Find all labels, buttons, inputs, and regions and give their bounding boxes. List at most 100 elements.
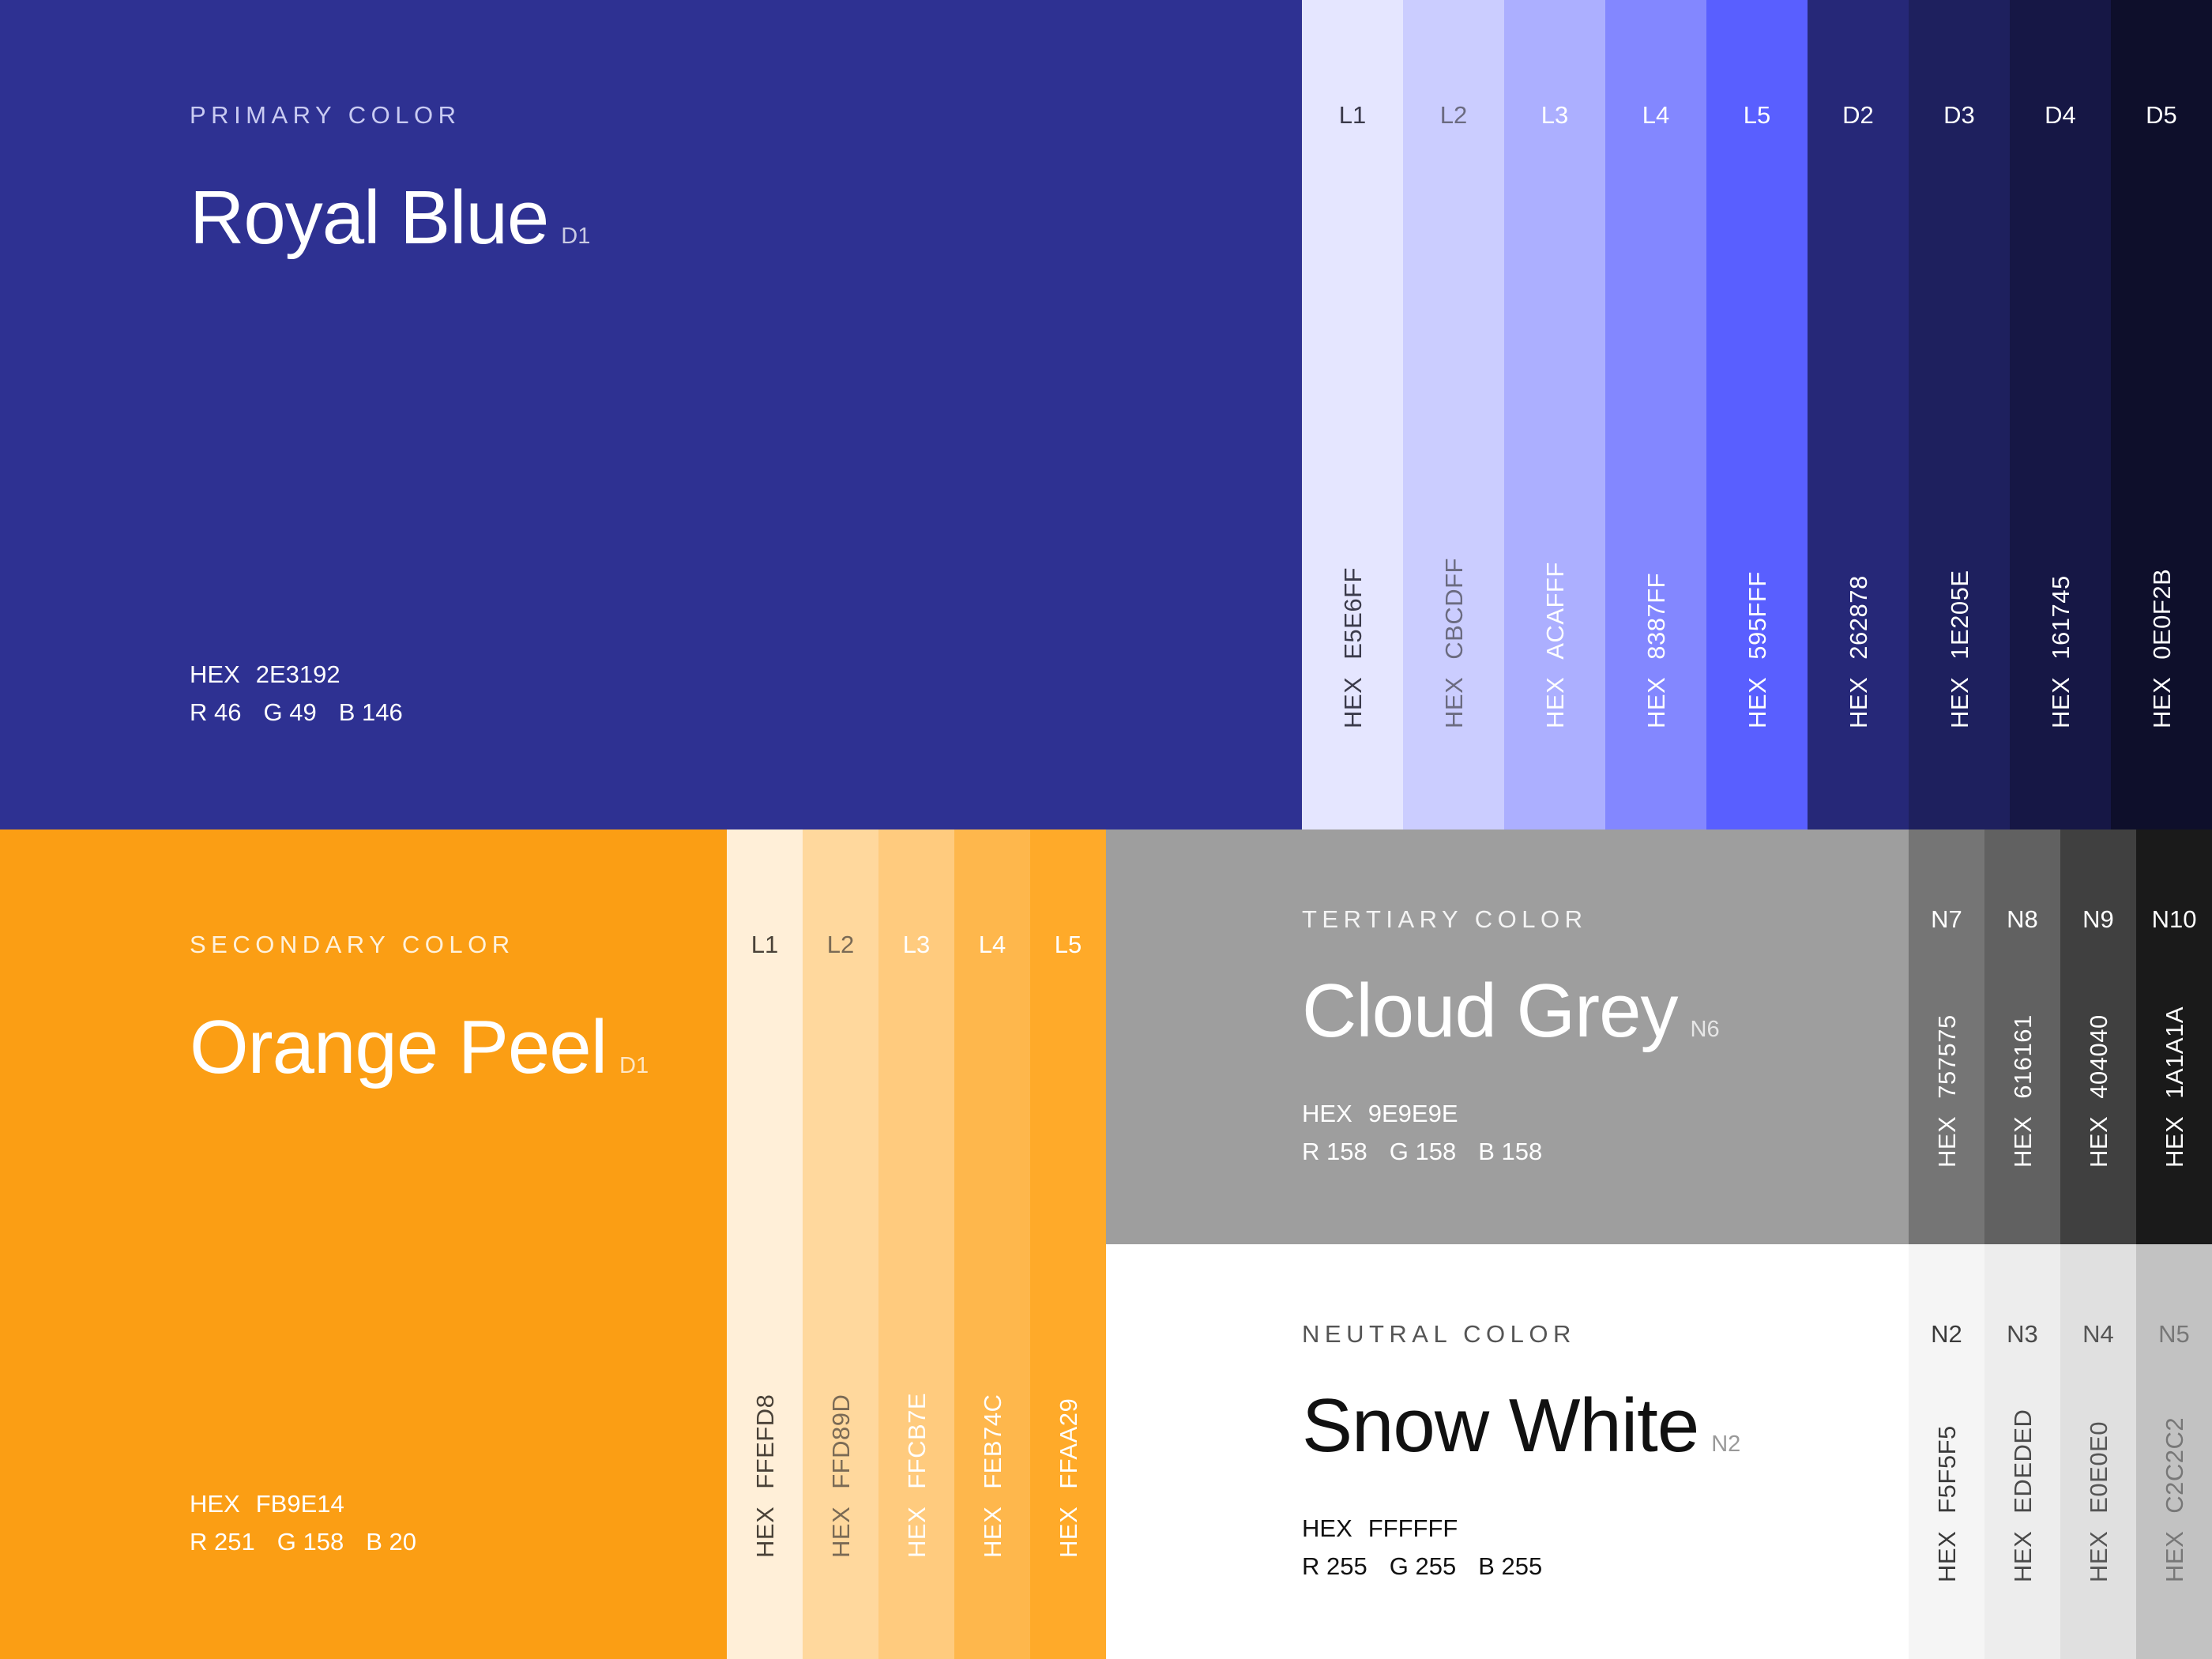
shade-hex-label: HEX [827,1506,855,1558]
shade-hex: HEX 404040 [2085,1014,2113,1168]
shade-hex-value: 757575 [1933,1014,1961,1099]
shade-hex-label: HEX [1541,676,1569,728]
primary-name-text: Royal Blue [190,175,549,260]
primary-color-panel: PRIMARY COLOR Royal Blue D1 HEX 2E3192 R 4… [0,0,1302,830]
shade-hex-label: HEX [1845,676,1872,728]
primary-shade-d2: D2 HEX 262878 [1808,0,1909,830]
neutral-eyebrow: NEUTRAL COLOR [1302,1320,1576,1348]
shade-hex: HEX 595FFF [1744,571,1772,728]
shade-hex: HEX 1E205E [1946,570,1974,728]
secondary-r: R 251 [190,1528,255,1556]
shade-label: N8 [2007,905,2038,933]
primary-shade-d3: D3 HEX 1E205E [1909,0,2010,830]
shade-hex-label: HEX [1440,676,1468,728]
shade-label: N5 [2158,1320,2190,1348]
neutral-shade-n5: N5 HEX C2C2C2 [2136,1244,2212,1659]
primary-shade-strip: L1 HEX E5E6FF L2 HEX CBCDFF L3 HEX ACAFFF L4 HEX 83… [1302,0,2212,830]
shade-hex-label: HEX [2009,1530,2037,1582]
shade-hex-label: HEX [979,1506,1006,1558]
neutral-r: R 255 [1302,1552,1367,1580]
primary-b: B 146 [338,698,403,726]
secondary-shade-l5: L5 HEX FFAA29 [1030,830,1106,1659]
shade-hex: HEX 616161 [2009,1014,2037,1168]
secondary-info: HEX FB9E14 R 251 G 158 B 20 [190,1485,416,1561]
shade-hex-value: E5E6FF [1339,567,1367,660]
primary-color-name: Royal Blue D1 [190,180,590,256]
shade-hex-value: 8387FF [1642,572,1670,660]
tertiary-shade-n7: N7 HEX 757575 [1909,830,1984,1244]
shade-hex-label: HEX [1339,676,1367,728]
shade-hex: HEX FFAA29 [1055,1398,1083,1558]
tertiary-shade-n8: N8 HEX 616161 [1984,830,2060,1244]
secondary-color-panel: SECONDARY COLOR Orange Peel D1 HEX FB9E14 … [0,830,727,1659]
shade-hex-label: HEX [2085,1115,2112,1168]
tertiary-tag: N6 [1690,1017,1720,1042]
secondary-eyebrow: SECONDARY COLOR [190,931,515,958]
neutral-hex: FFFFFF [1367,1514,1458,1542]
shade-hex-value: EDEDED [2009,1409,2037,1514]
secondary-color-name: Orange Peel D1 [190,1010,649,1085]
shade-hex-value: 0E0F2B [2148,568,2176,660]
tertiary-r: R 158 [1302,1138,1367,1165]
shade-hex: HEX E0E0E0 [2085,1421,2113,1582]
neutral-color-name: Snow White N2 [1302,1388,1740,1464]
primary-shade-l2: L2 HEX CBCDFF [1403,0,1504,830]
shade-hex-value: 1A1A1A [2161,1006,2188,1099]
neutral-info: HEX FFFFFF R 255 G 255 B 255 [1302,1510,1542,1586]
shade-hex: HEX C2C2C2 [2161,1417,2189,1582]
shade-label: N10 [2151,905,2197,933]
tertiary-shade-n10: N10 HEX 1A1A1A [2136,830,2212,1244]
shade-label: D3 [1943,101,1975,129]
shade-hex: HEX FEB74C [979,1394,1007,1558]
shade-hex-label: HEX [2085,1530,2112,1582]
tertiary-hex: 9E9E9E [1367,1100,1458,1127]
primary-shade-l5: L5 HEX 595FFF [1706,0,1808,830]
shade-hex-value: 404040 [2085,1014,2112,1099]
primary-hex-label: HEX [190,660,240,688]
shade-label: L2 [1439,101,1468,129]
shade-label: L1 [750,931,779,958]
shade-hex-value: C2C2C2 [2161,1416,2188,1514]
shade-hex-value: FFCB7E [903,1392,931,1489]
secondary-b: B 20 [366,1528,416,1556]
shade-label: D5 [2146,101,2177,129]
shade-hex: HEX CBCDFF [1440,558,1469,728]
shade-hex-label: HEX [1642,676,1670,728]
secondary-shade-l1: L1 HEX FFEFD8 [727,830,803,1659]
shade-label: L3 [1540,101,1569,129]
shade-hex: HEX E5E6FF [1339,567,1367,728]
primary-shade-d4: D4 HEX 161745 [2010,0,2111,830]
shade-hex-label: HEX [2161,1115,2188,1168]
shade-label: N7 [1931,905,1962,933]
secondary-name-text: Orange Peel [190,1005,608,1089]
shade-hex-value: FFAA29 [1055,1398,1082,1489]
shade-hex-value: CBCDFF [1440,558,1468,660]
shade-label: L4 [1642,101,1670,129]
tertiary-eyebrow: TERTIARY COLOR [1302,905,1588,933]
primary-shade-l4: L4 HEX 8387FF [1605,0,1706,830]
shade-label: L5 [1054,931,1082,958]
shade-hex-value: 161745 [2047,575,2075,660]
shade-hex-label: HEX [1744,676,1771,728]
tertiary-name-text: Cloud Grey [1302,969,1679,1053]
shade-hex-label: HEX [1055,1506,1082,1558]
neutral-hex-label: HEX [1302,1514,1352,1542]
shade-hex-label: HEX [2161,1530,2188,1582]
primary-g: G 49 [263,698,317,726]
shade-label: L1 [1338,101,1367,129]
secondary-shade-l2: L2 HEX FFD89D [803,830,878,1659]
shade-hex-label: HEX [2009,1115,2037,1168]
shade-hex: HEX 8387FF [1642,573,1671,728]
secondary-shade-l4: L4 HEX FEB74C [954,830,1030,1659]
tertiary-hex-label: HEX [1302,1100,1352,1127]
primary-info: HEX 2E3192 R 46 G 49 B 146 [190,656,403,732]
primary-hex: 2E3192 [255,660,340,688]
shade-hex: HEX 0E0F2B [2148,569,2176,728]
primary-shade-l1: L1 HEX E5E6FF [1302,0,1403,830]
secondary-tag: D1 [619,1053,649,1078]
neutral-g: G 255 [1389,1552,1457,1580]
secondary-shade-strip: L1 HEX FFEFD8 L2 HEX FFD89D L3 HEX FFCB7E L4 HEX FE… [727,830,1106,1659]
neutral-tag: N2 [1711,1431,1741,1457]
tertiary-color-panel: TERTIARY COLOR Cloud Grey N6 HEX 9E9E9E R … [1106,830,1909,1244]
shade-hex-label: HEX [1933,1530,1961,1582]
